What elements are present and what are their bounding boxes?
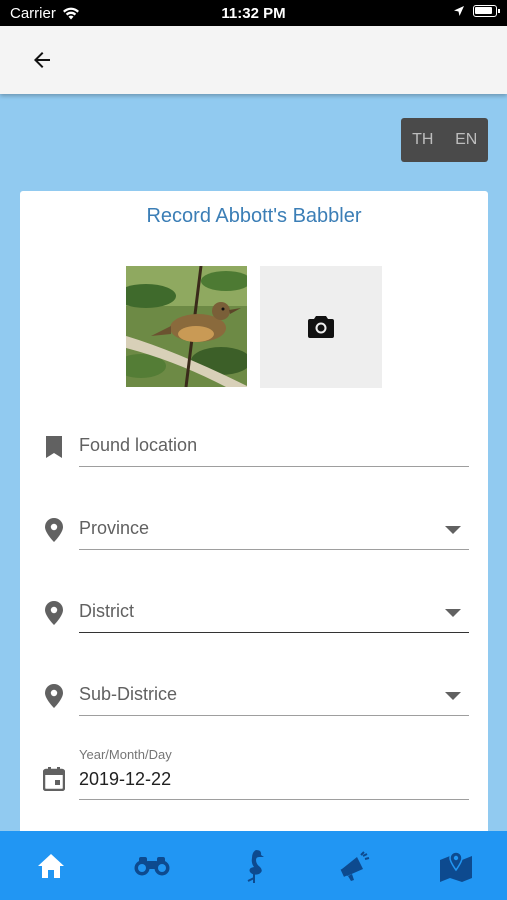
chevron-down-icon <box>445 609 461 617</box>
date-field[interactable]: Year/Month/Day 2019-12-22 <box>79 743 469 800</box>
flamingo-icon <box>247 849 264 883</box>
home-icon <box>37 853 64 878</box>
found-location-label: Found location <box>79 435 198 455</box>
date-format-label: Year/Month/Day <box>79 747 172 762</box>
sub-district-select[interactable]: Sub-Districe <box>79 676 469 716</box>
add-photo-button[interactable] <box>260 266 382 388</box>
district-select[interactable]: District <box>79 593 469 633</box>
app-bar <box>0 26 507 94</box>
bookmark-icon <box>42 435 66 459</box>
status-bar: Carrier 11:32 PM <box>0 0 507 26</box>
province-select[interactable]: Province <box>79 510 469 550</box>
chevron-down-icon <box>445 526 461 534</box>
bird-photo[interactable] <box>126 266 247 387</box>
record-form-card: Record Abbott's Babbler Found location P… <box>20 191 488 841</box>
binoculars-icon <box>134 856 170 875</box>
location-arrow-icon <box>454 6 464 16</box>
bottom-nav <box>0 831 507 900</box>
date-value: 2019-12-22 <box>79 769 172 789</box>
location-pin-icon <box>42 601 66 625</box>
back-button[interactable] <box>26 46 58 74</box>
camera-icon <box>308 316 334 338</box>
nav-megaphone[interactable] <box>304 831 405 900</box>
arrow-left-icon <box>34 52 50 68</box>
page-title: Record Abbott's Babbler <box>146 205 362 227</box>
location-pin-icon <box>42 684 66 708</box>
lang-th-button[interactable]: TH <box>401 118 445 162</box>
bird-photo-image <box>126 266 247 387</box>
lang-en-button[interactable]: EN <box>445 118 489 162</box>
chevron-down-icon <box>445 692 461 700</box>
battery-icon <box>473 5 500 17</box>
status-icons <box>453 5 500 17</box>
nav-binoculars[interactable] <box>101 831 202 900</box>
district-label: District <box>79 601 134 621</box>
sub-district-label: Sub-Districe <box>79 684 178 704</box>
map-icon <box>440 850 473 882</box>
nav-flamingo[interactable] <box>203 831 304 900</box>
location-pin-icon <box>42 518 66 542</box>
nav-map[interactable] <box>406 831 507 900</box>
found-location-field[interactable]: Found location <box>79 427 469 467</box>
nav-home[interactable] <box>0 831 101 900</box>
province-label: Province <box>79 518 150 538</box>
calendar-icon <box>42 767 66 791</box>
megaphone-icon <box>340 850 370 881</box>
language-toggle: TH EN <box>401 118 488 162</box>
clock: 11:32 PM <box>221 5 286 22</box>
